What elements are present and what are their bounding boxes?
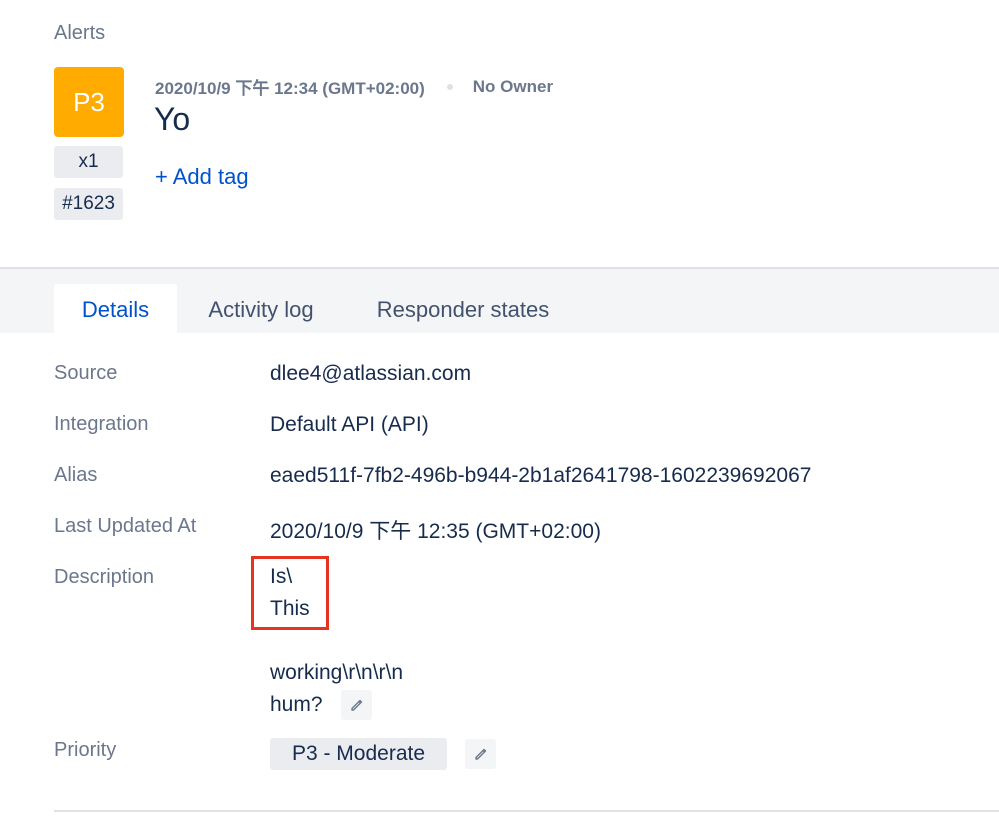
integration-value[interactable]: Default API (API) xyxy=(270,413,429,437)
tab-responder-states[interactable]: Responder states xyxy=(357,284,569,335)
description-line: hum? xyxy=(270,693,323,716)
alert-tiny-id-badge: #1623 xyxy=(54,188,123,220)
tab-bar: Details Activity log Responder states xyxy=(0,267,999,335)
pencil-icon xyxy=(350,699,362,711)
alert-title: Yo xyxy=(154,101,191,137)
separator-dot xyxy=(446,83,453,90)
breadcrumb[interactable]: Alerts xyxy=(54,22,105,45)
created-timestamp: 2020/10/9 下午 12:34 (GMT+02:00) xyxy=(155,79,425,98)
last-updated-value: 2020/10/9 下午 12:35 (GMT+02:00) xyxy=(270,520,601,543)
edit-priority-button[interactable] xyxy=(465,739,496,769)
description-line: This xyxy=(270,597,310,620)
description-label: Description xyxy=(54,566,155,588)
owner-label[interactable]: No Owner xyxy=(473,77,553,97)
integration-label: Integration xyxy=(54,413,149,435)
edit-description-button[interactable] xyxy=(341,690,372,720)
source-label: Source xyxy=(54,362,118,384)
priority-value: P3 - Moderate xyxy=(270,738,447,770)
pencil-icon xyxy=(474,748,486,760)
alias-label: Alias xyxy=(54,464,98,486)
add-tag-button[interactable]: + Add tag xyxy=(155,164,249,190)
description-line: Is\ xyxy=(270,565,293,588)
description-line: working\r\n\r\n xyxy=(270,661,404,684)
section-divider xyxy=(54,810,999,812)
alert-meta: 2020/10/9 下午 12:34 (GMT+02:00) No Owner xyxy=(155,74,553,99)
last-updated-label: Last Updated At xyxy=(54,515,197,537)
alias-value: eaed511f-7fb2-496b-b944-2b1af2641798-160… xyxy=(270,464,812,487)
tab-details[interactable]: Details xyxy=(54,284,177,335)
tab-activity-log[interactable]: Activity log xyxy=(190,284,332,335)
priority-label: Priority xyxy=(54,739,117,761)
source-value: dlee4@atlassian.com xyxy=(270,362,472,385)
alert-count-badge: x1 xyxy=(54,146,123,178)
priority-badge: P3 xyxy=(54,67,124,137)
